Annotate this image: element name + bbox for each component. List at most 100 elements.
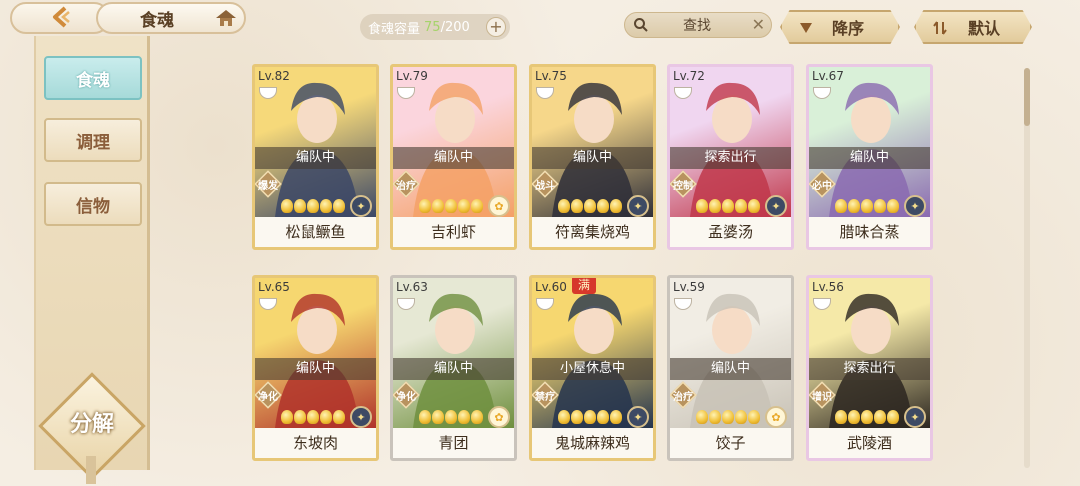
food-soul-name: 符离集烧鸡	[532, 217, 653, 247]
role-label: 净化	[396, 392, 416, 403]
page-title-text: 食魂	[140, 10, 174, 31]
status-badge: 编队中	[670, 358, 791, 380]
role-label: 增识	[812, 392, 832, 403]
food-soul-card[interactable]: Lv.56 探索出行 增识 ✦ 武陵酒	[806, 275, 933, 461]
sidebar-item-label: 食魂	[76, 70, 110, 91]
status-badge: 小屋休息中	[532, 358, 653, 380]
star-icon	[471, 199, 483, 213]
star-icon	[471, 410, 483, 424]
star-rating	[835, 199, 899, 213]
star-icon	[874, 199, 886, 213]
role-label: 战斗	[535, 181, 555, 192]
star-icon	[861, 199, 873, 213]
max-badge: 满	[572, 278, 596, 294]
status-badge: 编队中	[393, 147, 514, 169]
moon-element-icon: ✦	[904, 195, 926, 217]
star-rating	[558, 410, 622, 424]
clear-icon[interactable]: ✕	[752, 15, 765, 34]
star-icon	[597, 199, 609, 213]
role-label: 净化	[258, 392, 278, 403]
sidebar-item-keepsakes[interactable]: 信物	[44, 182, 142, 226]
star-icon	[735, 199, 747, 213]
star-icon	[281, 410, 293, 424]
level-label: Lv.59	[673, 280, 705, 294]
food-soul-name: 饺子	[670, 428, 791, 458]
role-label: 治疗	[673, 392, 693, 403]
moon-element-icon: ✦	[904, 406, 926, 428]
star-icon	[571, 410, 583, 424]
star-icon	[458, 410, 470, 424]
star-icon	[333, 410, 345, 424]
tassel-decoration	[86, 456, 96, 484]
sidebar-item-food-souls[interactable]: 食魂	[44, 56, 142, 100]
star-icon	[709, 410, 721, 424]
star-icon	[748, 410, 760, 424]
capacity-current: 75	[424, 19, 441, 35]
food-soul-card[interactable]: Lv.79 编队中 治疗 ✿ 吉利虾	[390, 64, 517, 250]
star-icon	[696, 199, 708, 213]
food-soul-name: 青团	[393, 428, 514, 458]
capacity-total: /200	[440, 19, 470, 35]
food-soul-card[interactable]: Lv.59 编队中 治疗 ✿ 饺子	[667, 275, 794, 461]
status-badge: 探索出行	[809, 358, 930, 380]
capacity-add-button[interactable]: +	[486, 17, 506, 37]
star-rating	[281, 199, 345, 213]
star-icon	[861, 410, 873, 424]
star-icon	[294, 410, 306, 424]
sun-element-icon: ✿	[488, 195, 510, 217]
star-icon	[584, 410, 596, 424]
food-soul-card[interactable]: Lv.72 探索出行 控制 ✦ 孟婆汤	[667, 64, 794, 250]
food-soul-card[interactable]: Lv.75 编队中 战斗 ✦ 符离集烧鸡	[529, 64, 656, 250]
sort-mode-button[interactable]: 默认	[914, 10, 1032, 44]
back-arrow-icon[interactable]	[48, 5, 74, 29]
search-label: 查找	[683, 18, 711, 34]
moon-element-icon: ✦	[350, 195, 372, 217]
sort-order-button[interactable]: 降序	[780, 10, 900, 44]
star-icon	[320, 410, 332, 424]
star-rating	[696, 410, 760, 424]
swap-icon	[932, 20, 948, 35]
role-label: 必中	[812, 181, 832, 192]
star-icon	[571, 199, 583, 213]
moon-element-icon: ✦	[627, 195, 649, 217]
star-rating	[419, 410, 483, 424]
moon-element-icon: ✦	[627, 406, 649, 428]
food-soul-name: 东坡肉	[255, 428, 376, 458]
food-soul-card[interactable]: Lv.63 编队中 净化 ✿ 青团	[390, 275, 517, 461]
star-icon	[558, 410, 570, 424]
star-icon	[722, 199, 734, 213]
food-soul-card[interactable]: Lv.65 编队中 净化 ✦ 东坡肉	[252, 275, 379, 461]
sidebar-item-seasoning[interactable]: 调理	[44, 118, 142, 162]
status-badge: 编队中	[809, 147, 930, 169]
food-soul-name: 腊味合蒸	[809, 217, 930, 247]
food-soul-card[interactable]: 满 Lv.60 小屋休息中 禁疗 ✦ 鬼城麻辣鸡	[529, 275, 656, 461]
star-icon	[432, 199, 444, 213]
star-icon	[835, 199, 847, 213]
star-icon	[848, 410, 860, 424]
scrollbar[interactable]	[1024, 68, 1030, 468]
star-icon	[432, 410, 444, 424]
sun-element-icon: ✿	[488, 406, 510, 428]
top-bar: 食魂 食魂容量 75 /200 + 查找 ✕ 降序 默认	[0, 0, 1080, 44]
capacity-label: 食魂容量	[368, 21, 421, 37]
role-label: 爆发	[258, 181, 278, 192]
food-soul-card[interactable]: Lv.67 编队中 必中 ✦ 腊味合蒸	[806, 64, 933, 250]
home-icon[interactable]	[214, 8, 238, 28]
star-icon	[722, 410, 734, 424]
moon-element-icon: ✦	[765, 195, 787, 217]
food-soul-name: 松鼠鳜鱼	[255, 217, 376, 247]
food-soul-card[interactable]: Lv.82 编队中 爆发 ✦ 松鼠鳜鱼	[252, 64, 379, 250]
star-rating	[419, 199, 483, 213]
star-icon	[294, 199, 306, 213]
decompose-label[interactable]: 分解	[54, 406, 130, 438]
star-rating	[558, 199, 622, 213]
search-icon	[633, 17, 649, 37]
triangle-down-icon	[798, 20, 814, 34]
status-badge: 编队中	[393, 358, 514, 380]
star-icon	[307, 199, 319, 213]
scrollbar-thumb[interactable]	[1024, 68, 1030, 126]
role-label: 控制	[673, 181, 693, 192]
search-field[interactable]: 查找 ✕	[624, 12, 772, 38]
status-badge: 编队中	[532, 147, 653, 169]
sort-order-label: 降序	[832, 19, 865, 38]
